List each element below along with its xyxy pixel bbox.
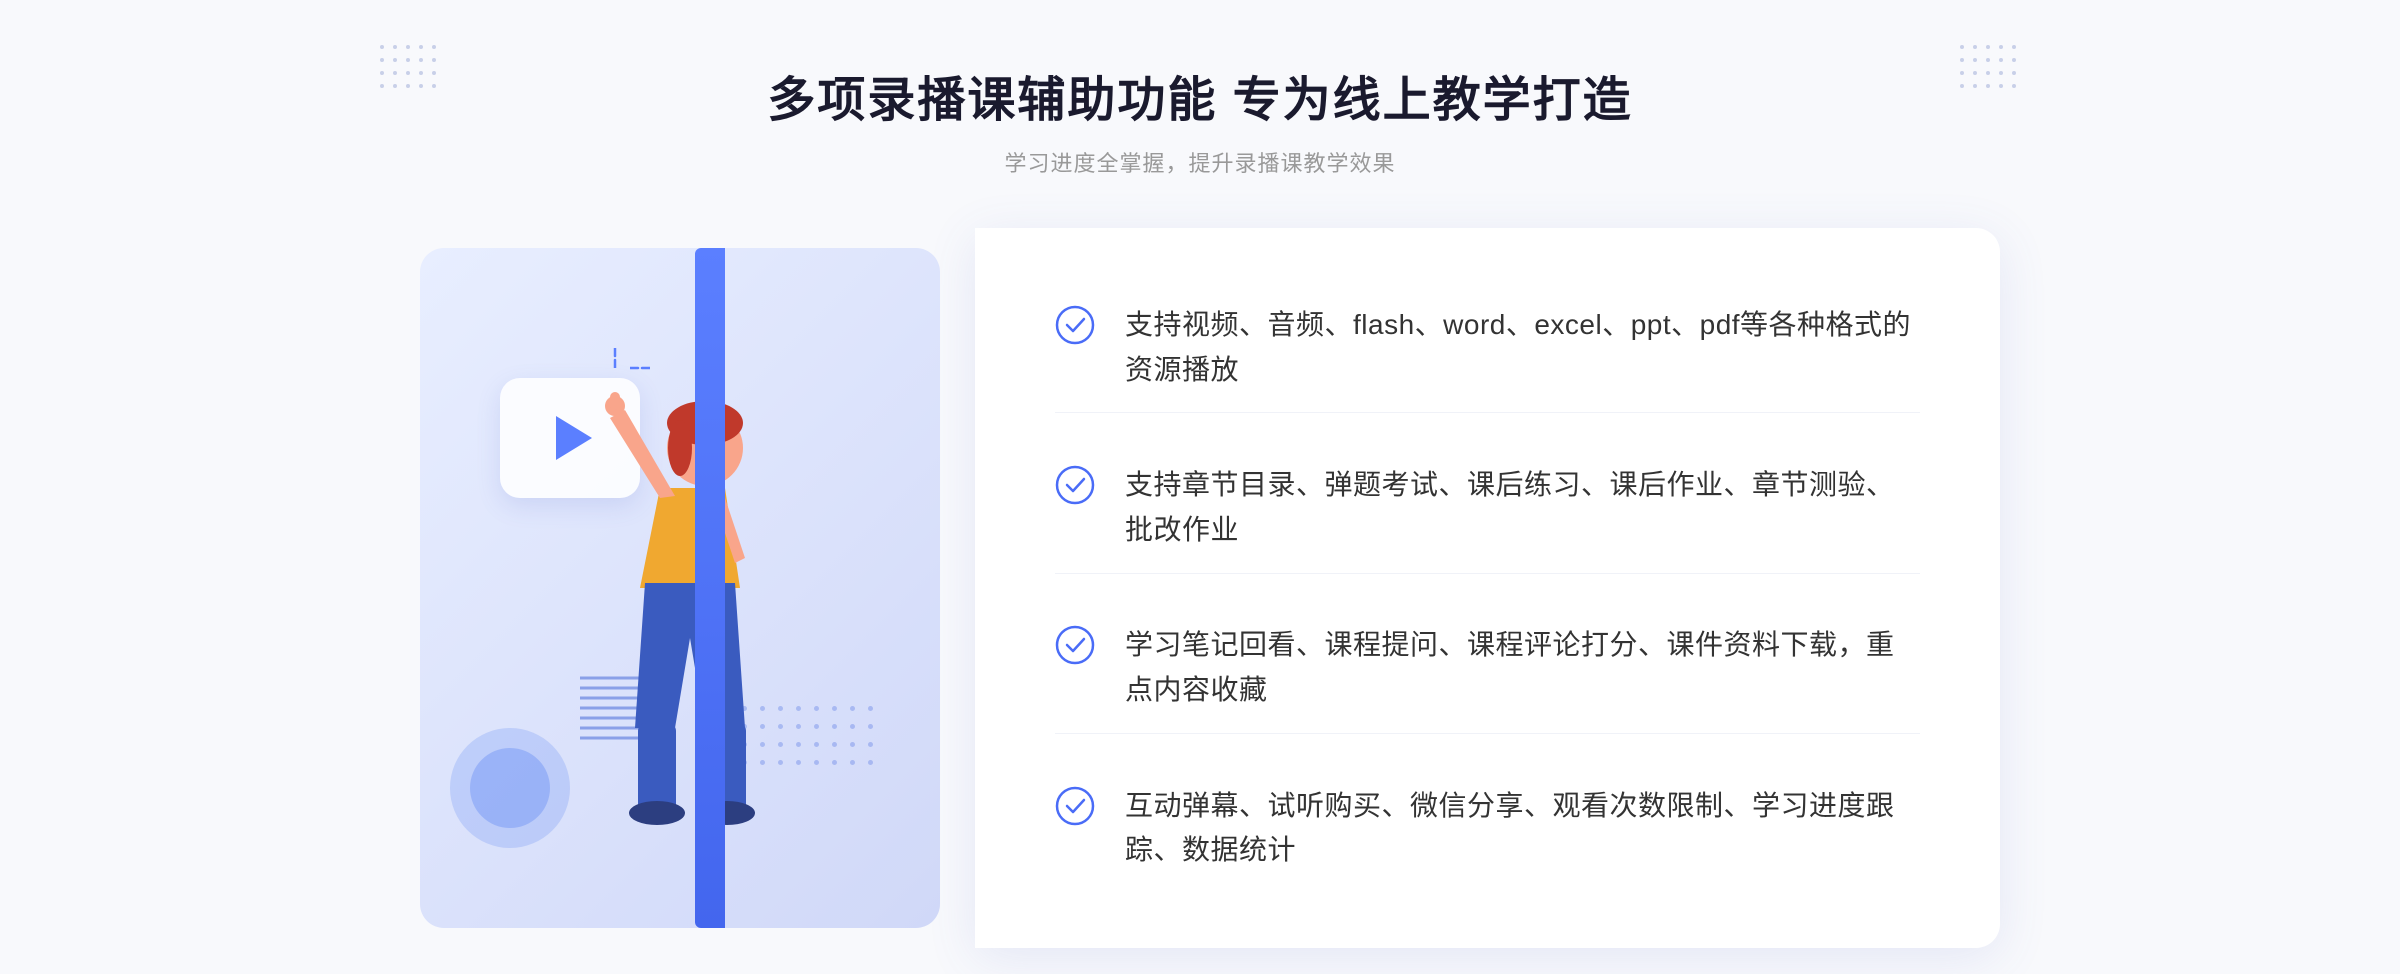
circle-decoration-2 — [470, 748, 550, 828]
feature-item-1: 支持视频、音频、flash、word、excel、ppt、pdf等各种格式的资源… — [1055, 283, 1920, 414]
illustration-bg-card — [420, 248, 940, 928]
check-circle-icon-4 — [1055, 786, 1095, 826]
sparkle-decoration-1 — [605, 348, 625, 373]
feature-text-2: 支持章节目录、弹题考试、课后练习、课后作业、章节测验、批改作业 — [1125, 463, 1920, 553]
feature-text-3: 学习笔记回看、课程提问、课程评论打分、课件资料下载，重点内容收藏 — [1125, 623, 1920, 713]
content-area: « — [400, 228, 2000, 948]
top-dots-left-decoration — [380, 45, 440, 92]
blue-accent-bar — [695, 248, 725, 928]
feature-item-3: 学习笔记回看、课程提问、课程评论打分、课件资料下载，重点内容收藏 — [1055, 603, 1920, 734]
check-circle-icon-3 — [1055, 625, 1095, 665]
header-section: 多项录播课辅助功能 专为线上教学打造 学习进度全掌握，提升录播课教学效果 — [767, 60, 1632, 178]
illustration-container — [400, 228, 980, 948]
page-container: 多项录播课辅助功能 专为线上教学打造 学习进度全掌握，提升录播课教学效果 « — [0, 0, 2400, 974]
sparkle-decoration-2 — [630, 358, 650, 383]
features-panel: 支持视频、音频、flash、word、excel、ppt、pdf等各种格式的资源… — [975, 228, 2000, 948]
check-circle-icon-2 — [1055, 465, 1095, 505]
feature-text-4: 互动弹幕、试听购买、微信分享、观看次数限制、学习进度跟踪、数据统计 — [1125, 784, 1920, 874]
feature-text-1: 支持视频、音频、flash、word、excel、ppt、pdf等各种格式的资源… — [1125, 303, 1920, 393]
check-circle-icon-1 — [1055, 305, 1095, 345]
feature-item-2: 支持章节目录、弹题考试、课后练习、课后作业、章节测验、批改作业 — [1055, 443, 1920, 574]
top-dots-right-decoration — [1960, 45, 2020, 92]
person-figure — [560, 388, 800, 908]
sub-title: 学习进度全掌握，提升录播课教学效果 — [767, 146, 1632, 178]
feature-item-4: 互动弹幕、试听购买、微信分享、观看次数限制、学习进度跟踪、数据统计 — [1055, 764, 1920, 894]
main-title: 多项录播课辅助功能 专为线上教学打造 — [767, 60, 1632, 130]
